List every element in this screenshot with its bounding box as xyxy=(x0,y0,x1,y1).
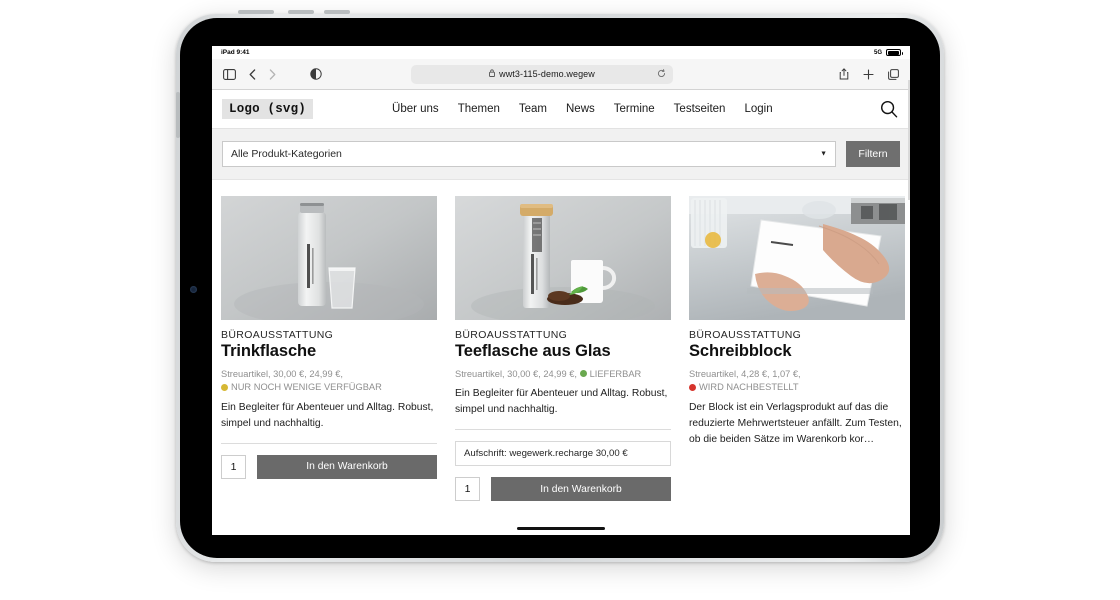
safari-actions-cluster xyxy=(839,68,899,80)
nav-item-login[interactable]: Login xyxy=(744,103,772,115)
filter-bar: Alle Produkt-Kategorien ▼ Filtern xyxy=(212,129,910,180)
reload-icon[interactable] xyxy=(657,68,666,80)
add-to-cart-button[interactable]: In den Warenkorb xyxy=(491,477,671,502)
product-meta: Streuartikel, 30,00 €, 24,99 €, NUR NOCH… xyxy=(221,368,437,395)
product-status-label: WIRD NACHBESTELLT xyxy=(699,382,799,393)
status-dot-backorder xyxy=(689,383,696,391)
product-price-line: Streuartikel, 30,00 €, 24,99 €, xyxy=(221,368,343,379)
product-meta: Streuartikel, 30,00 €, 24,99 €, LIEFERBA… xyxy=(455,368,671,381)
status-bar-network: 5G xyxy=(873,49,882,56)
site-header: Logo (svg) Über uns Themen Team News Ter… xyxy=(212,90,910,129)
site-logo[interactable]: Logo (svg) xyxy=(222,99,314,119)
product-status-label: LIEFERBAR xyxy=(589,368,642,379)
add-to-cart-button[interactable]: In den Warenkorb xyxy=(257,454,437,479)
device-button-volume-down[interactable] xyxy=(324,10,350,14)
product-card: BÜROAUSSTATTUNG Teeflasche aus Glas Stre… xyxy=(455,196,671,502)
chevron-right-icon[interactable] xyxy=(269,68,276,80)
search-icon[interactable] xyxy=(880,100,898,118)
safari-toolbar: wwt3-115-demo.wegew xyxy=(212,59,910,90)
ipad-screen: iPad 9:41 5G wwt3-115-demo.wegew Logo (s… xyxy=(212,46,910,535)
share-icon[interactable] xyxy=(839,68,849,80)
product-title: Trinkflasche xyxy=(221,342,317,360)
nav-item-news[interactable]: News xyxy=(566,103,595,115)
screenshot-stage: iPad 9:41 5G wwt3-115-demo.wegew Logo (s… xyxy=(0,0,1120,600)
sidebar-icon[interactable] xyxy=(223,68,236,80)
product-image-trinkflasche[interactable] xyxy=(221,196,437,320)
status-bar-right-cluster: 5G xyxy=(873,49,903,56)
card-divider xyxy=(455,429,671,431)
product-price-line: Streuartikel, 4,28 €, 1,07 €, xyxy=(689,368,801,379)
device-button-volume-up[interactable] xyxy=(288,10,314,14)
product-title: Teeflasche aus Glas xyxy=(455,342,611,360)
chevron-down-icon: ▼ xyxy=(820,150,827,158)
page-scrollbar[interactable] xyxy=(908,80,910,200)
status-dot-low-stock xyxy=(221,383,228,391)
quantity-input[interactable]: 1 xyxy=(221,454,246,479)
product-description: Der Block ist ein Verlagsprodukt auf das… xyxy=(689,401,902,445)
product-card: BÜROAUSSTATTUNG Trinkflasche Streuartike… xyxy=(221,196,437,501)
purchase-row: 1 In den Warenkorb xyxy=(455,477,671,502)
product-price-line: Streuartikel, 30,00 €, 24,99 €, xyxy=(455,368,577,379)
product-image-teeflasche[interactable] xyxy=(455,196,671,320)
device-button-power[interactable] xyxy=(238,10,274,14)
address-bar[interactable]: wwt3-115-demo.wegew xyxy=(411,64,673,84)
product-image-schreibblock[interactable] xyxy=(689,196,905,320)
battery-icon xyxy=(886,49,903,56)
nav-item-themen[interactable]: Themen xyxy=(458,103,500,115)
product-title: Schreibblock xyxy=(689,342,792,360)
category-select[interactable]: Alle Produkt-Kategorien ▼ xyxy=(222,141,836,167)
main-navigation: Über uns Themen Team News Termine Testse… xyxy=(392,103,773,115)
lock-icon xyxy=(489,69,496,79)
product-card: BÜROAUSSTATTUNG Schreibblock Streuartike… xyxy=(689,196,905,501)
product-description: Ein Begleiter für Abenteuer und Alltag. … xyxy=(455,388,668,416)
product-description: Ein Begleiter für Abenteuer und Alltag. … xyxy=(221,401,434,429)
status-bar-device-time: iPad 9:41 xyxy=(221,49,250,56)
nav-item-ueber-uns[interactable]: Über uns xyxy=(392,103,439,115)
safari-nav-cluster xyxy=(223,68,276,80)
product-meta: Streuartikel, 4,28 €, 1,07 €, WIRD NACHB… xyxy=(689,368,905,395)
purchase-row: 1 In den Warenkorb xyxy=(221,454,437,479)
address-bar-url: wwt3-115-demo.wegew xyxy=(499,69,595,79)
category-select-value: Alle Produkt-Kategorien xyxy=(231,148,342,160)
quantity-input[interactable]: 1 xyxy=(455,477,480,502)
filter-button[interactable]: Filtern xyxy=(846,141,900,167)
nav-item-termine[interactable]: Termine xyxy=(614,103,655,115)
tabs-icon[interactable] xyxy=(888,68,899,80)
product-grid: BÜROAUSSTATTUNG Trinkflasche Streuartike… xyxy=(212,180,910,502)
status-dot-available xyxy=(579,370,587,378)
product-kicker: BÜROAUSSTATTUNG xyxy=(689,329,802,341)
plus-icon[interactable] xyxy=(863,68,874,80)
chevron-left-icon[interactable] xyxy=(249,68,256,80)
home-indicator[interactable] xyxy=(517,526,605,530)
product-kicker: BÜROAUSSTATTUNG xyxy=(455,329,568,341)
product-kicker: BÜROAUSSTATTUNG xyxy=(221,329,334,341)
nav-item-team[interactable]: Team xyxy=(519,103,547,115)
variant-option[interactable]: Aufschrift: wegewerk.recharge 30,00 € xyxy=(455,441,671,467)
nav-item-testseiten[interactable]: Testseiten xyxy=(674,103,726,115)
product-status-label: NUR NOCH WENIGE VERFÜGBAR xyxy=(231,382,382,393)
reader-contrast-icon[interactable] xyxy=(310,68,322,80)
card-divider xyxy=(221,442,437,444)
ios-status-bar: iPad 9:41 5G xyxy=(212,46,910,59)
front-camera-icon xyxy=(190,286,197,293)
